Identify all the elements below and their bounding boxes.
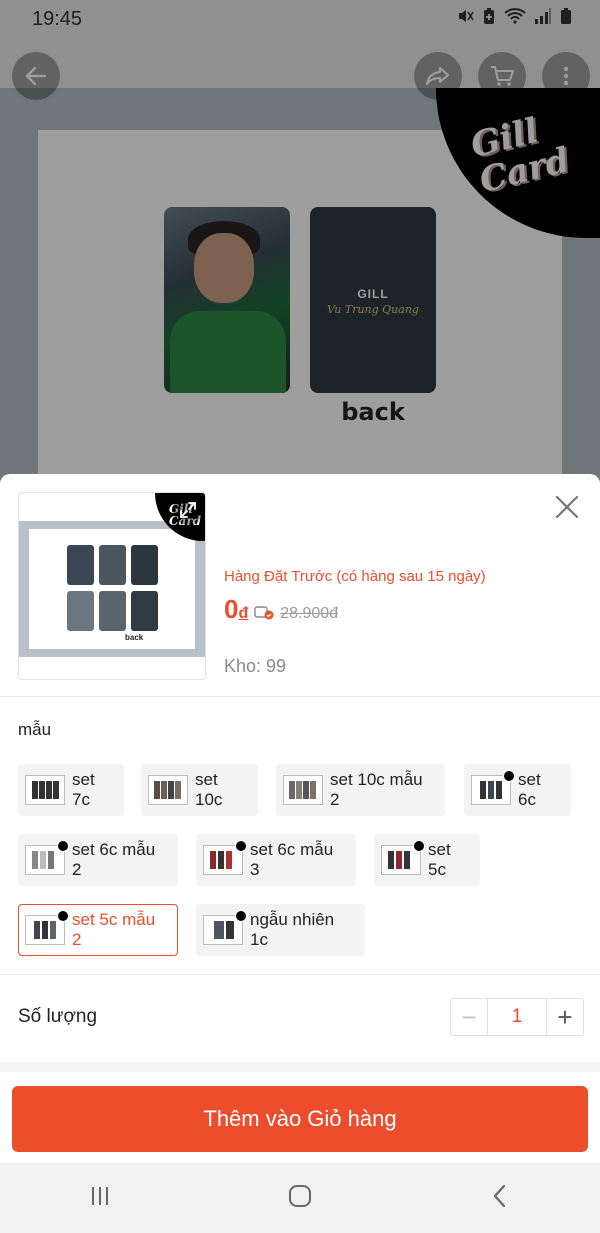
quantity-input[interactable]: 1: [487, 999, 547, 1035]
mini-card: [67, 591, 94, 631]
mini-card: [67, 545, 94, 585]
thumbnail-back-label: back: [125, 633, 144, 642]
variant-label: set 6c mẫu 2: [72, 840, 156, 879]
price-row: 0đ 28.900đ: [224, 594, 338, 625]
expand-icon[interactable]: [173, 495, 203, 525]
variant-label: set 10c: [195, 770, 223, 809]
variant-section-label: mẫu: [18, 720, 52, 739]
variant-label: set 5c mẫu 2: [72, 910, 156, 949]
divider: [0, 696, 600, 697]
variant-label: set 7c: [72, 770, 95, 809]
mini-card: [99, 591, 126, 631]
section-gap: [0, 1062, 600, 1072]
variant-thumbnail: [471, 770, 515, 805]
variant-option[interactable]: set 10c: [141, 764, 258, 816]
home-button[interactable]: [285, 1181, 315, 1216]
variant-option[interactable]: set 6c: [464, 764, 571, 816]
system-nav-bar: [0, 1163, 600, 1233]
preorder-notice: Hàng Đặt Trước (có hàng sau 15 ngày): [224, 568, 486, 585]
variant-thumbnail: [148, 775, 188, 805]
variant-thumbnail: [283, 775, 323, 805]
variant-label: set 6c mẫu 3: [250, 840, 334, 879]
variant-thumbnail: [203, 910, 247, 945]
variant-option-selected[interactable]: set 5c mẫu 2: [18, 904, 178, 956]
variant-label: set 6c: [518, 770, 541, 809]
current-price: 0: [224, 594, 239, 624]
variant-thumbnail: [203, 840, 247, 875]
variant-option[interactable]: ngẫu nhiên 1c: [196, 904, 365, 956]
nav-back-button[interactable]: [485, 1181, 515, 1216]
product-thumbnail[interactable]: back Gill Card: [18, 492, 206, 680]
variant-label: ngẫu nhiên 1c: [250, 910, 335, 949]
recent-apps-icon: [92, 1186, 108, 1205]
quantity-stepper: − 1 +: [450, 998, 584, 1036]
mini-card: [131, 545, 158, 585]
variant-option[interactable]: set 7c: [18, 764, 124, 816]
variant-option[interactable]: set 6c mẫu 3: [196, 834, 356, 886]
variant-selection-sheet: back Gill Card Hàng Đặt Trước (có hàng s…: [0, 474, 600, 1174]
variant-option[interactable]: set 6c mẫu 2: [18, 834, 178, 886]
add-to-cart-button[interactable]: Thêm vào Giỏ hàng: [12, 1086, 588, 1152]
variant-thumbnail: [381, 840, 425, 875]
close-icon: [555, 495, 579, 519]
recent-apps-button[interactable]: [85, 1181, 115, 1216]
thumbnail-frame: back: [19, 521, 205, 657]
quantity-label: Số lượng: [18, 1006, 98, 1027]
variant-option[interactable]: set 5c: [374, 834, 480, 886]
original-price: 28.900đ: [280, 605, 339, 622]
variant-label: set 10c mẫu 2: [330, 770, 423, 809]
thumbnail-paper: back: [29, 529, 195, 649]
variant-option[interactable]: set 10c mẫu 2: [276, 764, 445, 816]
back-icon: [493, 1184, 506, 1207]
divider: [0, 974, 600, 975]
home-icon: [289, 1184, 311, 1207]
variant-thumbnail: [25, 910, 69, 945]
price-block: 0đ: [224, 594, 248, 625]
variant-thumbnail: [25, 840, 69, 875]
stock-count: Kho: 99: [224, 656, 287, 676]
voucher-icon: [254, 604, 274, 620]
price-currency: đ: [238, 605, 249, 622]
quantity-increase-button[interactable]: +: [547, 999, 583, 1035]
mini-card: [131, 591, 158, 631]
close-button[interactable]: [552, 492, 582, 522]
variant-label: set 5c: [428, 840, 451, 879]
variant-thumbnail: [25, 775, 65, 805]
mini-card: [99, 545, 126, 585]
quantity-decrease-button[interactable]: −: [451, 999, 487, 1035]
